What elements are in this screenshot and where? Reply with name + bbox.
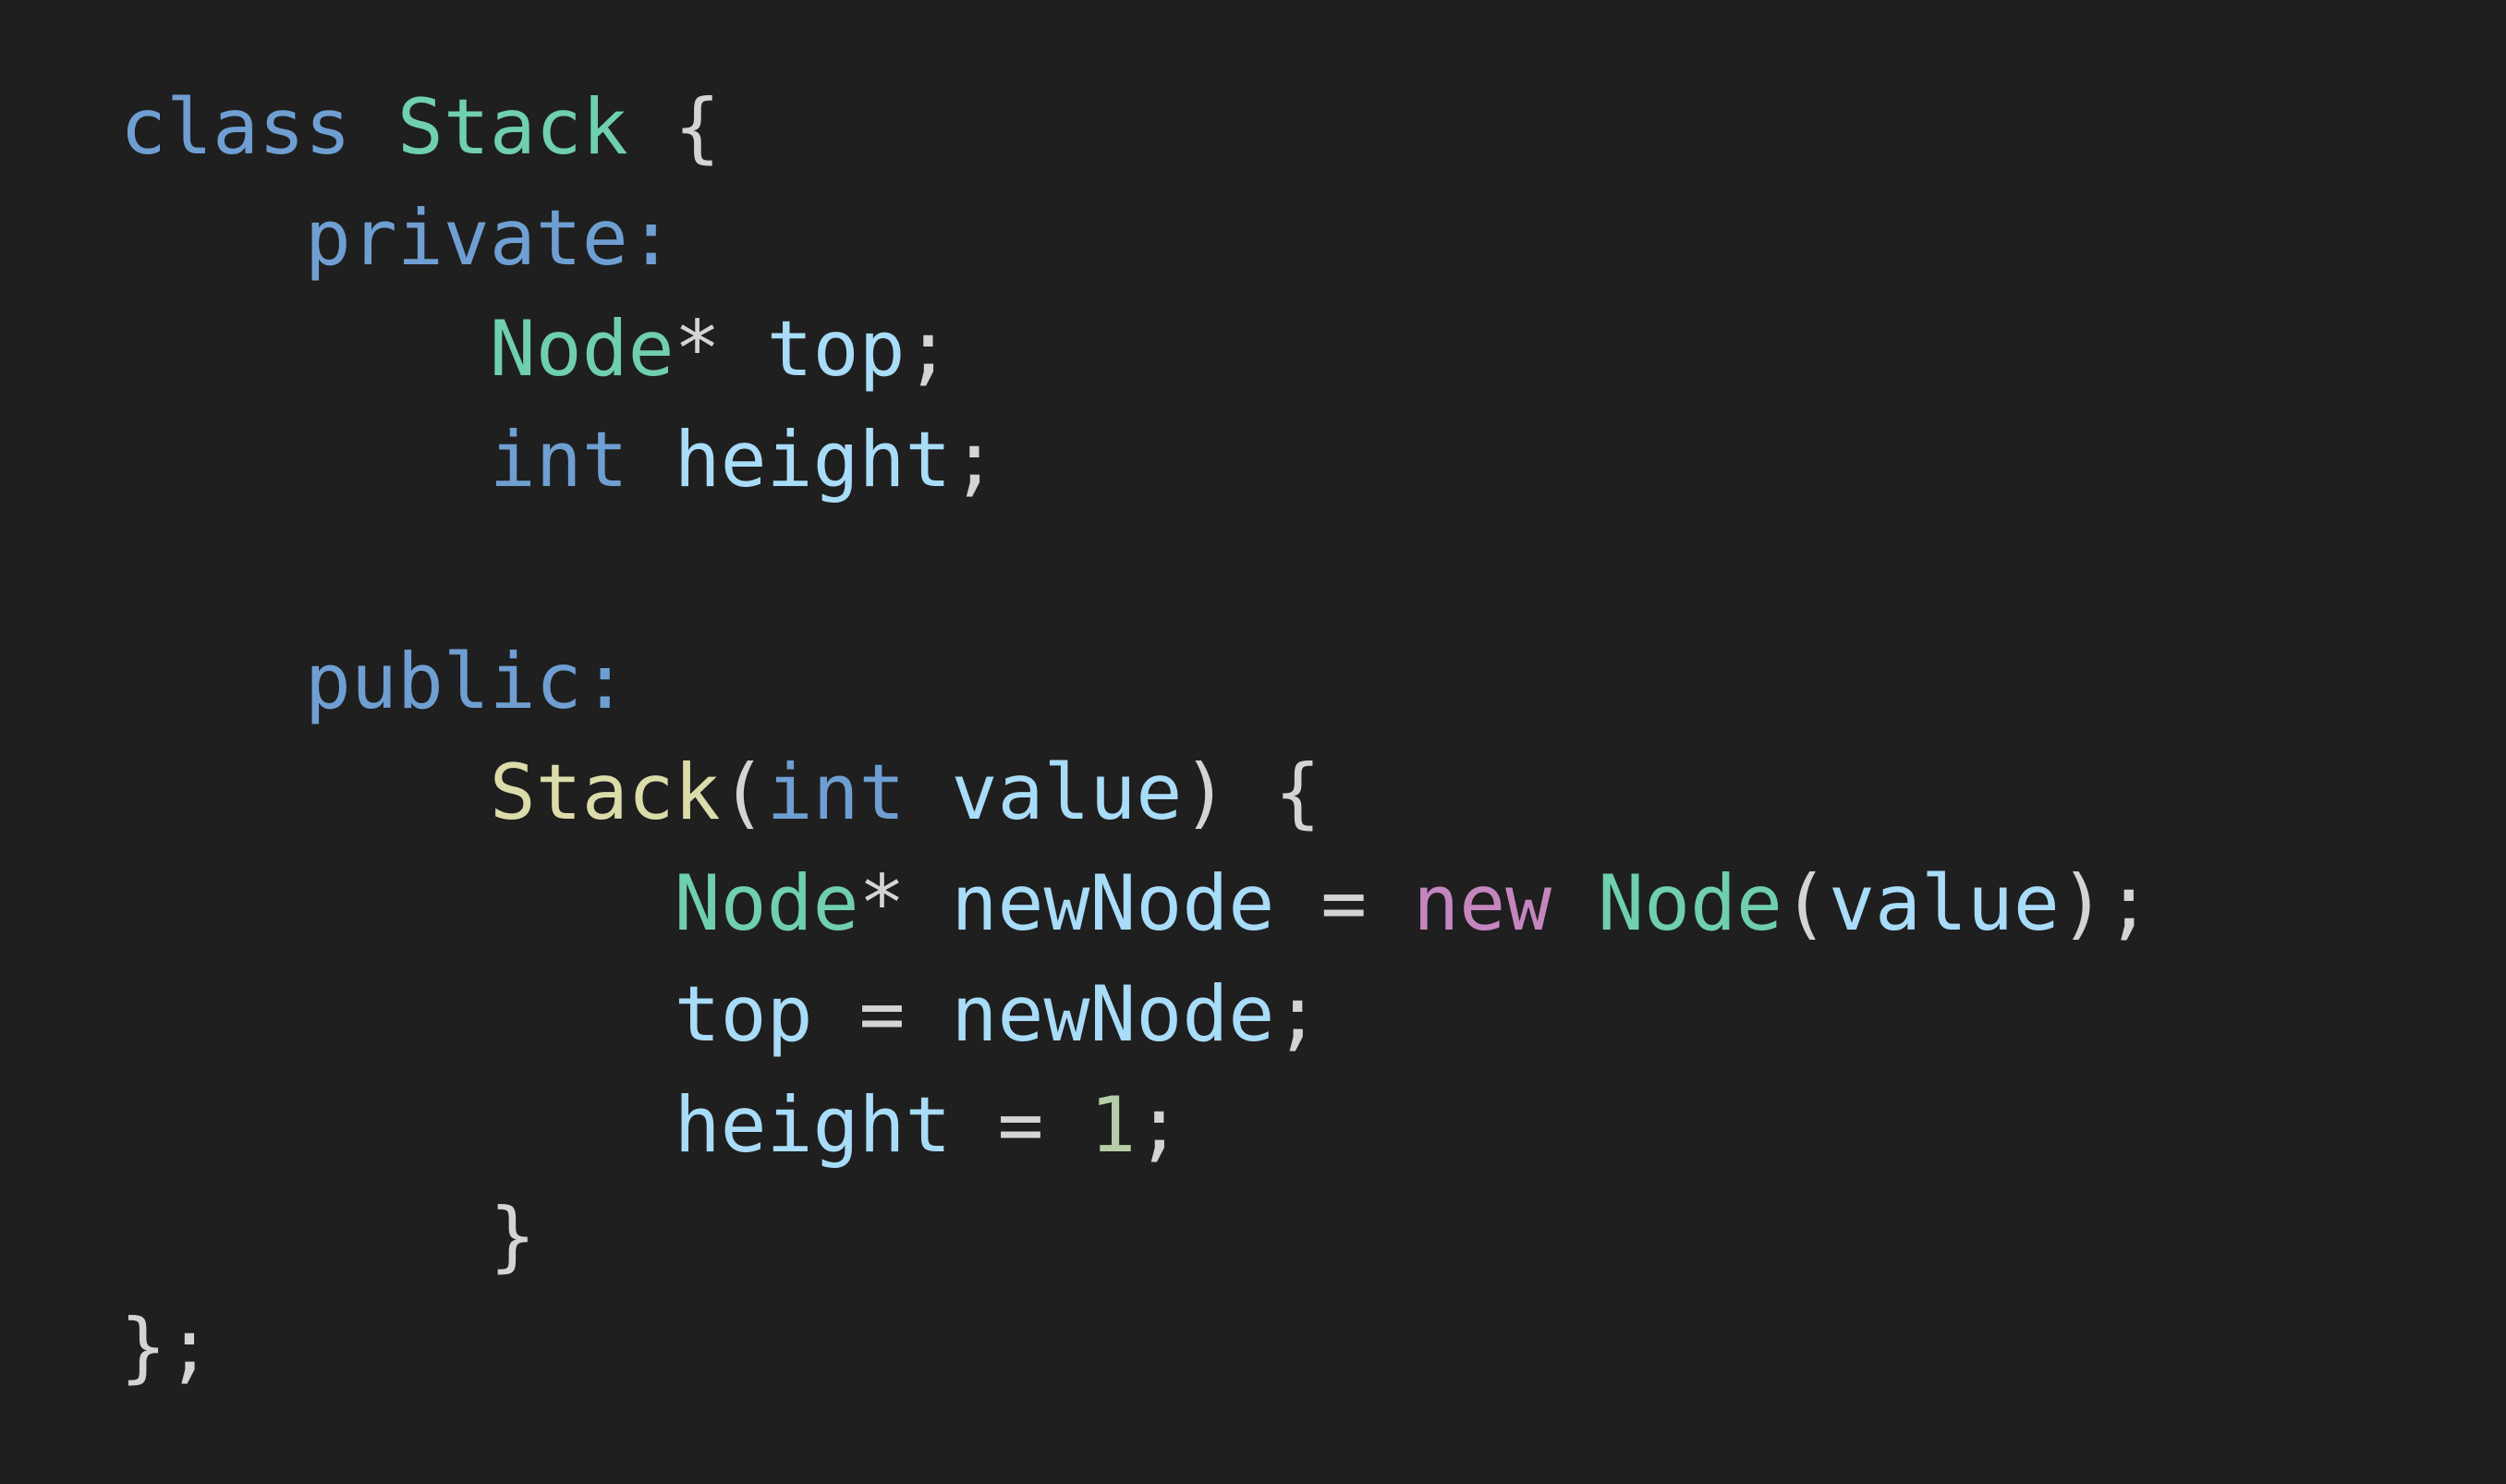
code-token-punctuation (906, 748, 952, 837)
code-line: top = newNode; (120, 959, 2152, 1070)
code-line: Node* top; (120, 294, 2152, 405)
code-token-number: 1 (1089, 1080, 1137, 1170)
code-token-variable: height (674, 415, 952, 505)
code-token-punctuation (120, 193, 305, 283)
code-block[interactable]: class Stack { private: Node* top; int he… (120, 72, 2152, 1403)
code-line: int height; (120, 405, 2152, 516)
code-token-punctuation: * (674, 304, 721, 394)
code-line: } (120, 1181, 2152, 1292)
code-token-keyword: int (489, 415, 628, 505)
code-token-operator_new: new (1413, 858, 1552, 948)
code-token-variable: newNode (951, 969, 1275, 1059)
code-token-punctuation: = (812, 969, 952, 1059)
code-token-type: Node (1598, 858, 1783, 948)
code-token-punctuation (120, 1191, 490, 1281)
code-token-punctuation (721, 304, 767, 394)
code-token-punctuation: ); (2059, 858, 2152, 948)
code-token-punctuation (906, 858, 952, 948)
code-token-function: Stack (489, 748, 721, 837)
code-token-punctuation: ) { (1182, 748, 1321, 837)
code-line: public: (120, 626, 2152, 737)
code-token-punctuation: ; (1274, 969, 1321, 1059)
code-token-punctuation: { (627, 82, 721, 172)
code-token-punctuation: ( (720, 748, 767, 837)
code-token-punctuation (120, 858, 675, 948)
code-token-keyword: : (581, 637, 628, 726)
code-token-punctuation: } (489, 1191, 536, 1281)
code-token-punctuation (120, 637, 305, 726)
code-token-keyword: : (627, 193, 675, 283)
code-token-punctuation (120, 748, 490, 837)
code-token-punctuation: * (858, 858, 906, 948)
code-token-punctuation: ; (951, 415, 998, 505)
code-token-keyword: private (304, 193, 628, 283)
code-token-punctuation (120, 304, 490, 394)
code-token-keyword: int (766, 748, 906, 837)
code-token-punctuation (120, 1080, 675, 1170)
code-token-type: Stack (396, 82, 628, 172)
code-token-punctuation: = (951, 1080, 1090, 1170)
code-line: Node* newNode = new Node(value); (120, 848, 2152, 959)
code-token-punctuation (1551, 858, 1598, 948)
code-line: }; (120, 1292, 2152, 1403)
code-token-keyword: class (120, 82, 351, 172)
code-token-variable: height (674, 1080, 952, 1170)
code-token-punctuation: ; (905, 304, 952, 394)
code-token-variable: newNode (951, 858, 1275, 948)
code-token-punctuation: ; (1136, 1080, 1183, 1170)
code-token-punctuation (628, 415, 675, 505)
code-token-punctuation: ( (1782, 858, 1830, 948)
code-token-variable: value (951, 748, 1183, 837)
code-token-variable: value (1829, 858, 2060, 948)
code-line: Stack(int value) { (120, 737, 2152, 848)
code-line: class Stack { (120, 72, 2152, 183)
code-token-variable: top (766, 304, 906, 394)
code-token-punctuation (120, 415, 490, 505)
code-token-variable: top (674, 969, 813, 1059)
code-line: height = 1; (120, 1070, 2152, 1181)
code-editor[interactable]: class Stack { private: Node* top; int he… (0, 0, 2506, 1484)
code-token-keyword: public (304, 637, 582, 726)
code-line: private: (120, 183, 2152, 294)
code-token-punctuation (351, 82, 397, 172)
code-token-punctuation: = (1274, 858, 1414, 948)
code-token-punctuation: }; (120, 1302, 213, 1392)
code-token-type: Node (674, 858, 859, 948)
code-token-punctuation (120, 969, 675, 1059)
code-token-type: Node (489, 304, 675, 394)
